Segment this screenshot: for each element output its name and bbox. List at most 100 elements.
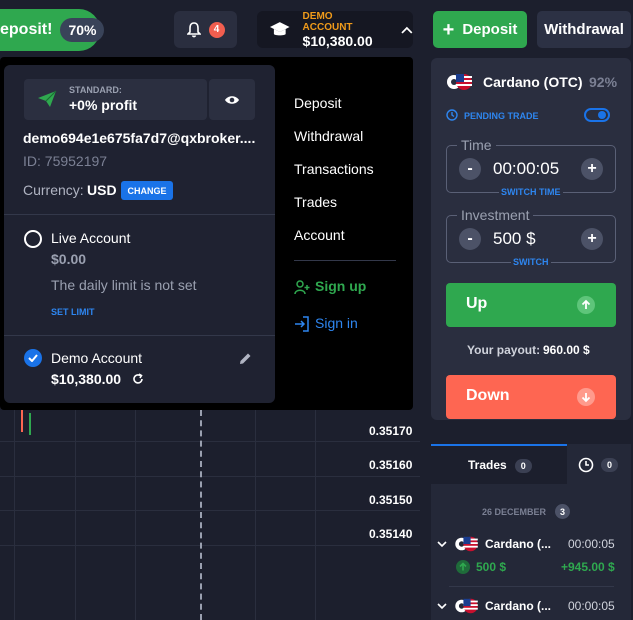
signup-link[interactable]: Sign up	[315, 278, 366, 294]
price-tick: 0.35160	[369, 458, 413, 472]
menu-trades[interactable]: Trades	[294, 194, 337, 210]
up-button[interactable]: Up	[446, 283, 616, 327]
daily-limit-text: The daily limit is not set	[51, 277, 197, 293]
promo-percent: 70%	[60, 18, 105, 42]
grid-line	[0, 510, 420, 511]
menu-deposit[interactable]: Deposit	[294, 95, 341, 111]
account-switcher[interactable]: DEMO ACCOUNT $10,380.00	[257, 11, 413, 49]
menu-withdrawal[interactable]: Withdrawal	[294, 128, 363, 144]
tab-history-count: 0	[601, 458, 619, 472]
bell-icon	[186, 21, 201, 37]
plan-badge[interactable]: STANDARD: +0% profit	[24, 79, 207, 120]
candle	[21, 410, 23, 432]
tab-history[interactable]: 0	[567, 444, 631, 484]
asset-flags-icon	[446, 72, 474, 92]
divider	[294, 260, 396, 261]
trade-profit: +945.00 $	[561, 560, 615, 574]
plan-value: +0% profit	[69, 97, 138, 113]
graduation-cap-icon	[269, 21, 290, 35]
demo-account-balance: $10,380.00	[51, 371, 122, 387]
menu-account[interactable]: Account	[294, 227, 345, 243]
currency-value: USD	[87, 182, 117, 198]
flag-icon	[455, 536, 478, 552]
signin-link[interactable]: Sign in	[315, 315, 358, 331]
withdrawal-button[interactable]: Withdrawal	[537, 11, 631, 48]
up-label: Up	[466, 295, 488, 312]
live-account-title[interactable]: Live Account	[51, 230, 130, 246]
arrow-down-icon	[577, 388, 595, 406]
notifications-button[interactable]: 4	[174, 11, 237, 48]
switch-link[interactable]: SWITCH	[511, 257, 551, 267]
flag-icon	[455, 598, 478, 614]
price-tick: 0.35150	[369, 493, 413, 507]
pending-trade-label: PENDING TRADE	[464, 111, 539, 121]
currency-label: Currency:	[23, 182, 84, 198]
paper-plane-icon	[38, 90, 57, 107]
pencil-icon[interactable]	[239, 352, 252, 365]
trade-row[interactable]: Cardano (... 00:00:05 500 $ +945.00 $	[431, 530, 631, 580]
divider	[449, 586, 614, 587]
grid-line	[0, 441, 420, 442]
trade-row[interactable]: Cardano (... 00:00:05	[431, 592, 631, 620]
price-tick: 0.35140	[369, 527, 413, 541]
investment-value[interactable]: 500 $	[493, 229, 536, 249]
time-field[interactable]: Time - 00:00:05 +	[446, 137, 616, 193]
payout-value: 960.00 $	[543, 343, 590, 357]
clock-icon	[446, 109, 458, 121]
withdrawal-label: Withdrawal	[544, 21, 624, 38]
demo-account-radio[interactable]	[24, 349, 42, 367]
check-icon	[28, 354, 38, 362]
trade-amount: 500 $	[476, 560, 507, 574]
expiry-line	[200, 410, 202, 620]
promo-text: eposit!	[0, 21, 53, 38]
grid-line	[0, 476, 420, 477]
account-balance: $10,380.00	[302, 32, 373, 49]
deposit-button[interactable]: + Deposit	[433, 11, 527, 48]
time-increase-button[interactable]: +	[581, 158, 603, 180]
account-info: DEMO ACCOUNT $10,380.00	[303, 11, 384, 49]
plus-icon: +	[442, 18, 455, 41]
switch-time-link[interactable]: SWITCH TIME	[499, 187, 563, 197]
refresh-icon[interactable]	[132, 373, 144, 385]
change-currency-button[interactable]: CHANGE	[121, 181, 173, 200]
investment-label: Investment	[457, 207, 534, 223]
notification-count-badge: 4	[208, 21, 225, 38]
demo-account-title[interactable]: Demo Account	[51, 350, 142, 366]
pending-trade-toggle[interactable]	[584, 108, 610, 122]
asset-name[interactable]: Cardano (OTC)	[483, 74, 583, 90]
tab-trades[interactable]: Trades 0	[431, 444, 567, 484]
arrow-up-icon	[577, 296, 595, 314]
investment-increase-button[interactable]: +	[581, 228, 603, 250]
flag-icon	[447, 74, 472, 90]
payout-label: Your payout:	[467, 343, 541, 357]
toggle-visibility-button[interactable]	[209, 79, 255, 120]
trade-time: 00:00:05	[568, 599, 615, 613]
account-type-label: DEMO ACCOUNT	[302, 10, 353, 33]
trades-date-count: 3	[555, 504, 570, 519]
investment-decrease-button[interactable]: -	[459, 228, 481, 250]
account-email: demo694e1e675fa7d7@qxbroker....	[23, 130, 256, 146]
set-limit-link[interactable]: SET LIMIT	[51, 307, 95, 317]
arrow-up-icon	[456, 560, 470, 574]
tab-trades-count: 0	[514, 459, 532, 473]
add-user-icon	[294, 280, 310, 295]
time-decrease-button[interactable]: -	[459, 158, 481, 180]
menu-transactions[interactable]: Transactions	[294, 161, 374, 177]
trades-date: 26 DECEMBER	[482, 507, 547, 517]
time-value[interactable]: 00:00:05	[493, 159, 559, 179]
investment-field[interactable]: Investment - 500 $ +	[446, 207, 616, 263]
live-account-radio[interactable]	[24, 230, 42, 248]
asset-payout-percent: 92%	[589, 74, 618, 90]
deposit-promo-button[interactable]: eposit! 70%	[0, 9, 105, 51]
price-tick: 0.35170	[369, 424, 413, 438]
tab-trades-label: Trades 0	[468, 458, 532, 473]
down-label: Down	[466, 387, 510, 404]
plan-label: STANDARD:	[69, 85, 122, 95]
time-label: Time	[457, 137, 496, 153]
down-button[interactable]: Down	[446, 375, 616, 419]
candle	[29, 413, 31, 435]
chevron-down-icon[interactable]	[437, 603, 447, 610]
chevron-down-icon[interactable]	[437, 541, 447, 548]
divider	[4, 214, 275, 215]
trade-time: 00:00:05	[568, 537, 615, 551]
